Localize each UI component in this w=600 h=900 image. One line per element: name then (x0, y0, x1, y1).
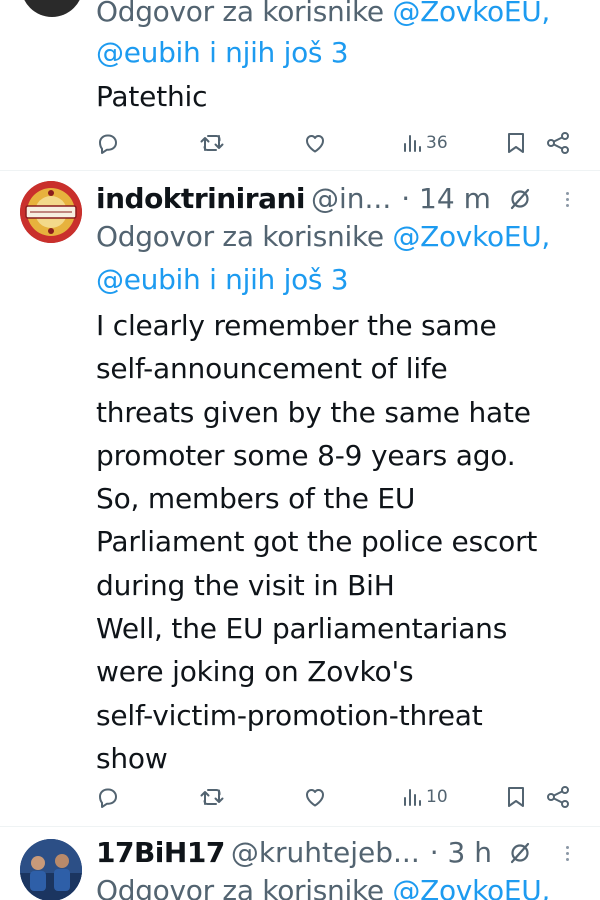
avatar-photo (20, 839, 82, 900)
more-icon[interactable] (564, 843, 570, 864)
heart-icon (306, 789, 324, 807)
reply-to-more-link[interactable]: @eubih i njih još 3 (96, 258, 349, 301)
tweet-2[interactable]: indoktrinirani @in... · 14 m Odgovor za ko… (0, 171, 600, 826)
bookmark-icon (508, 787, 524, 807)
reply-to-line: Odgovor za korisnike @ZovkoEU, (96, 220, 551, 253)
more-icon[interactable] (564, 189, 570, 210)
tweet-time[interactable]: · 14 m (401, 182, 491, 215)
reply-to-line: Odgovor za korisnike @ZovkoEU, (96, 869, 550, 900)
tweet-header: 17BiH17 @kruhtejeb... · 3 h (96, 833, 492, 873)
retweet-icon (200, 135, 224, 151)
avatar-logo (20, 181, 82, 243)
reply-icon (99, 788, 117, 808)
reply-button[interactable] (96, 131, 120, 155)
heart-icon (306, 135, 324, 153)
views-button[interactable]: 36 (402, 131, 448, 155)
views-button[interactable]: 10 (402, 785, 448, 809)
author-name[interactable]: indoktrinirani (96, 182, 306, 215)
tweet-3[interactable]: 17BiH17 @kruhtejeb... · 3 h Odgovor za kor… (0, 827, 600, 900)
mention-link[interactable]: @ZovkoEU, (392, 874, 550, 900)
author-handle[interactable]: @kruhtejeb... (231, 836, 420, 869)
mention-link[interactable]: @ZovkoEU, (392, 0, 550, 28)
retweet-button[interactable] (199, 131, 225, 155)
bookmark-button[interactable] (505, 785, 527, 809)
views-icon (404, 789, 421, 806)
retweet-icon (200, 789, 224, 805)
avatar[interactable] (21, 0, 83, 17)
bookmark-icon (508, 133, 524, 153)
tweet-text: Patethic (96, 80, 208, 113)
share-icon (547, 786, 569, 808)
bookmark-button[interactable] (505, 131, 527, 155)
reply-button[interactable] (96, 785, 120, 809)
share-icon (547, 132, 569, 154)
tweet-1[interactable]: Odgovor za korisnike @ZovkoEU, @eubih i … (0, 0, 600, 170)
views-count: 36 (426, 133, 448, 153)
reply-to-more-link[interactable]: @eubih i njih još 3 (96, 31, 349, 74)
tweet-time[interactable]: · 3 h (430, 836, 492, 869)
author-handle[interactable]: @in... (311, 182, 391, 215)
reply-to-line: Odgovor za korisnike @ZovkoEU, (96, 0, 550, 33)
share-button[interactable] (545, 131, 571, 155)
grok-icon[interactable] (508, 841, 532, 865)
views-count: 10 (426, 787, 448, 807)
tweet-header: indoktrinirani @in... · 14 m (96, 179, 491, 219)
mention-link[interactable]: @ZovkoEU, (392, 220, 550, 253)
share-button[interactable] (545, 785, 571, 809)
retweet-button[interactable] (199, 785, 225, 809)
like-button[interactable] (303, 785, 327, 809)
avatar[interactable] (20, 839, 82, 900)
grok-icon[interactable] (508, 187, 532, 211)
like-button[interactable] (303, 131, 327, 155)
avatar[interactable] (20, 181, 82, 243)
tweet-text: I clearly remember the same self-announc… (96, 309, 538, 775)
reply-icon (99, 134, 117, 154)
author-name[interactable]: 17BiH17 (96, 836, 225, 869)
views-icon (404, 135, 421, 152)
